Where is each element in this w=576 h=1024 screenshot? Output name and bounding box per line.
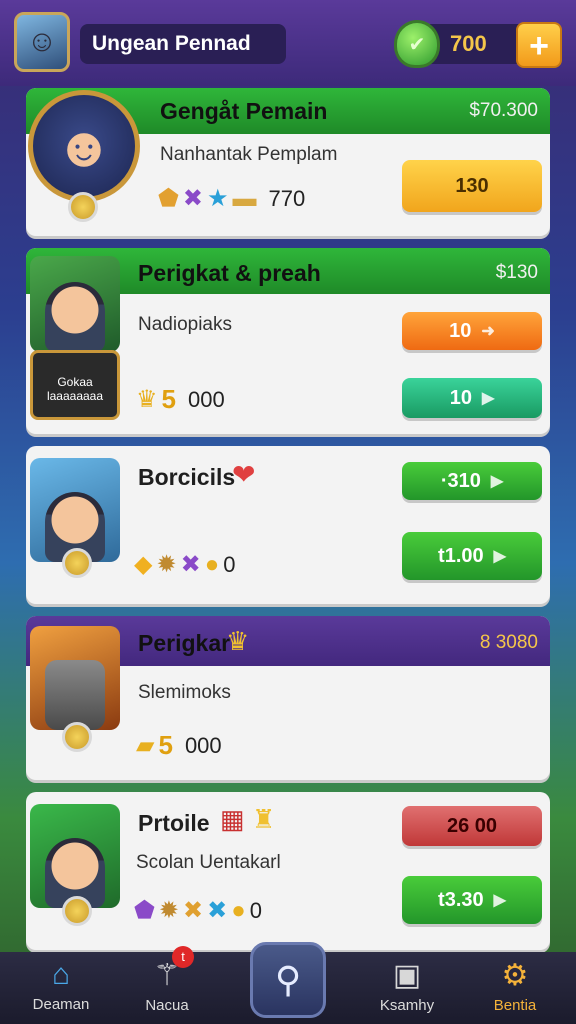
arrow-right-icon: ▶ <box>481 390 495 407</box>
buy-button-label: ·310 <box>440 469 481 492</box>
player-portrait[interactable] <box>30 256 120 352</box>
level-badge-icon <box>62 722 92 752</box>
claim-button-label: 10 <box>449 386 472 409</box>
nav-label: Deaman <box>32 996 90 1013</box>
reward-amount-big: 5 <box>161 384 176 414</box>
star-icon: ★ <box>206 185 229 212</box>
coin-icon: ● <box>231 896 246 924</box>
reward-amount: 0 <box>249 897 262 923</box>
avatar-icon <box>45 282 105 352</box>
player-name-label: Ungean Pennad <box>92 32 251 55</box>
reward-amount: 000 <box>187 386 225 412</box>
trophy-icon: ♛ <box>226 626 250 656</box>
gear-badge-icon: ✹ <box>156 551 177 578</box>
notification-badge: t <box>172 946 194 968</box>
crown-icon: ♛ <box>136 386 158 413</box>
nav-magic[interactable]: ⚚ Nacua <box>112 952 222 1024</box>
player-portrait[interactable] <box>30 804 120 908</box>
reward-icons: ◆ ✹ ✖ ● 0 <box>134 550 235 579</box>
nav-label: Ksamhy <box>379 997 435 1014</box>
nav-label: Nacua <box>145 997 189 1014</box>
avatar-icon: ☻ <box>54 114 114 178</box>
reward-icons: ⬟ ✹ ✖ ✖ ● 0 <box>134 896 262 925</box>
card-subtitle: Scolan Uentakarl <box>136 852 281 873</box>
claim-button-label: t1.00 <box>438 544 484 567</box>
buy-button[interactable]: 10 ➜ <box>402 312 542 350</box>
gear-icon: ⚙ <box>501 959 529 992</box>
ticket-icon: ▦ <box>220 804 245 834</box>
claim-button[interactable]: 10 ▶ <box>402 378 542 418</box>
claim-button[interactable]: t1.00 ▶ <box>402 532 542 580</box>
reward-amount: 000 <box>184 732 222 758</box>
reward-amount: 770 <box>268 185 306 211</box>
nav-label: Bentia <box>493 997 537 1014</box>
cross-icon: ✖ <box>180 551 201 578</box>
search-button[interactable]: ⚲ <box>250 942 326 1018</box>
reward-icons: ⬟ ✖ ★ ▬ 770 <box>158 184 305 213</box>
player-portrait[interactable]: ☻ <box>28 90 140 202</box>
card-title: Prtoile <box>138 810 210 836</box>
avatar-icon: ☺ <box>26 25 58 58</box>
chest-icon: ▰ <box>136 732 155 759</box>
arrow-right-icon: ▶ <box>493 548 506 565</box>
player-avatar[interactable]: ☺ <box>14 12 70 72</box>
card-price: $130 <box>495 262 538 283</box>
robot-avatar-icon <box>45 660 105 730</box>
card-subtitle: Nanhantak Pemplam <box>160 144 338 165</box>
pentagon-icon: ⬟ <box>134 897 155 924</box>
card-title: Perigkat & preah <box>138 260 321 286</box>
card-title: Gengåt Pemain <box>160 98 328 124</box>
arrow-right-icon: ➜ <box>481 323 495 340</box>
gear-badge-icon: ✹ <box>158 897 179 924</box>
cross-blue-icon: ✖ <box>207 897 228 924</box>
reward-amount-big: 5 <box>158 730 173 760</box>
cross-icon: ✖ <box>182 897 204 924</box>
card-subtitle: Slemimoks <box>138 682 231 703</box>
card-title: Borcicils <box>138 464 236 490</box>
nav-camera[interactable]: ▣ Ksamhy <box>352 952 462 1024</box>
card-price: $70.300 <box>469 100 538 121</box>
player-portrait[interactable] <box>30 626 120 730</box>
reward-icons: ♛ 5 000 <box>136 384 225 415</box>
arrow-right-icon: ▶ <box>490 473 504 490</box>
arrow-right-icon: ▶ <box>493 892 506 909</box>
claim-button-label: t3.30 <box>438 888 484 911</box>
coin-count: 700 <box>450 31 487 56</box>
nav-home[interactable]: ⌂ Deaman <box>6 952 116 1024</box>
buy-button[interactable]: 26 00 <box>402 806 542 846</box>
tooltip-text: Gokaa laaaaaaaa <box>46 375 104 403</box>
card-price: 8 3080 <box>479 632 538 653</box>
trophy-icon: ♜ <box>252 804 276 834</box>
level-badge-icon <box>62 548 92 578</box>
coin-icon: ● <box>204 550 220 578</box>
add-coins-button[interactable]: + <box>516 22 562 68</box>
buy-button-label: 10 <box>449 319 472 342</box>
player-portrait[interactable] <box>30 458 120 562</box>
diamond-icon: ◆ <box>134 551 153 578</box>
search-icon: ⚲ <box>274 959 302 1000</box>
home-icon: ⌂ <box>51 958 71 991</box>
level-badge-icon <box>68 192 98 222</box>
reward-icons: ▰ 5 000 <box>136 730 222 761</box>
camera-icon: ▣ <box>392 959 422 992</box>
level-badge-icon <box>62 896 92 926</box>
cross-icon: ✖ <box>182 185 203 212</box>
buy-button[interactable]: 130 <box>402 160 542 212</box>
shield-badge-icon: ⬟ <box>158 185 179 212</box>
player-name[interactable]: Ungean Pennad <box>80 24 286 64</box>
gift-icon: ❤ <box>232 459 256 490</box>
claim-button[interactable]: t3.30 ▶ <box>402 876 542 924</box>
chest-icon: ▬ <box>232 184 257 212</box>
buy-button[interactable]: ·310 ▶ <box>402 462 542 500</box>
magic-wand-icon: ⚚ <box>153 959 181 992</box>
card-subtitle: Nadiopiaks <box>138 314 232 335</box>
shield-icon: ✔ <box>394 20 440 68</box>
nav-settings[interactable]: ⚙ Bentia <box>460 952 570 1024</box>
tooltip-badge: Gokaa laaaaaaaa <box>30 350 120 420</box>
card-title: Perigkar <box>138 630 231 656</box>
reward-amount: 0 <box>223 551 236 577</box>
